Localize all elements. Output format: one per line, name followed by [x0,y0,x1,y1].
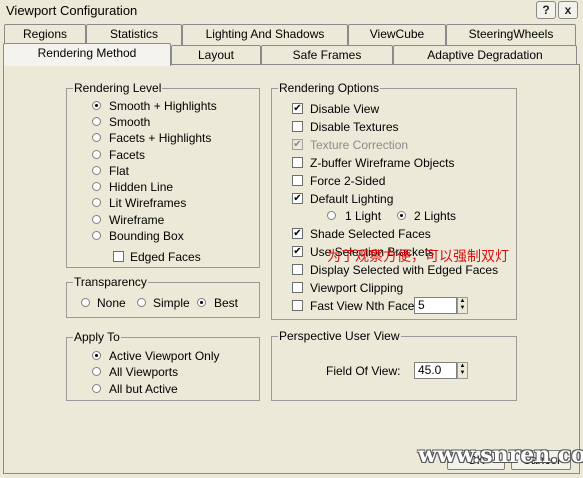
lit-wireframes-label: Lit Wireframes [109,196,187,210]
smooth-label: Smooth [109,115,151,129]
hidden-line-label: Hidden Line [109,180,174,194]
all-viewports-label: All Viewports [109,365,179,379]
viewport-clipping-label: Viewport Clipping [310,281,404,295]
help-button[interactable]: ? [536,1,556,19]
tab-viewcube[interactable]: ViewCube [348,24,446,45]
tab-adaptive-degradation[interactable]: Adaptive Degradation [393,45,577,66]
edged-faces-label: Edged Faces [130,250,201,264]
spinner-down-icon[interactable]: ▼ [458,370,467,377]
radio-smooth[interactable] [92,117,101,126]
radio-facets[interactable] [92,150,101,159]
radio-2-lights[interactable] [397,211,406,220]
title-bar: Viewport Configuration ? x [0,0,583,22]
radio-flat[interactable] [92,166,101,175]
zbuffer-wireframe-label: Z-buffer Wireframe Objects [310,156,455,170]
radio-all-but-active[interactable] [92,384,101,393]
fov-spinner[interactable]: ▲ ▼ [457,362,468,379]
edged-faces-checkbox[interactable] [113,251,124,262]
tab-safe-frames[interactable]: Safe Frames [261,45,393,66]
radio-hidden-line[interactable] [92,182,101,191]
1-light-label: 1 Light [345,209,382,223]
disable-textures-checkbox[interactable] [292,121,303,132]
rendering-options-label: Rendering Options [278,81,381,95]
radio-active-viewport-only[interactable] [92,351,101,360]
active-viewport-only-label: Active Viewport Only [109,349,220,363]
radio-lit-wireframes[interactable] [92,198,101,207]
watermark: www.snren.com [418,442,583,468]
fast-view-nth-faces-checkbox[interactable] [292,300,303,311]
fast-view-nth-faces-label: Fast View Nth Faces: [310,299,424,313]
tab-regions[interactable]: Regions [4,24,86,45]
force-2-sided-label: Force 2-Sided [310,174,386,188]
smooth-highlights-label: Smooth + Highlights [109,99,217,113]
disable-textures-label: Disable Textures [310,120,399,134]
spinner-up-icon[interactable]: ▲ [458,363,467,370]
tab-statistics[interactable]: Statistics [86,24,182,45]
display-selected-edged-checkbox[interactable] [292,264,303,275]
default-lighting-checkbox[interactable]: ✔ [292,193,303,204]
transparency-none-label: None [97,296,126,310]
tab-steeringwheels[interactable]: SteeringWheels [446,24,576,45]
facets-label: Facets [109,148,146,162]
bounding-box-label: Bounding Box [109,229,184,243]
texture-correction-label: Texture Correction [310,138,409,152]
tab-layout[interactable]: Layout [171,45,261,66]
texture-correction-checkbox: ✔ [292,139,303,150]
disable-view-checkbox[interactable]: ✔ [292,103,303,114]
shade-selected-faces-checkbox[interactable]: ✔ [292,228,303,239]
wireframe-label: Wireframe [109,213,165,227]
use-selection-brackets-checkbox[interactable]: ✔ [292,246,303,257]
fast-view-nth-faces-spinner[interactable]: ▲ ▼ [457,297,468,314]
close-button[interactable]: x [558,1,578,19]
2-lights-label: 2 Lights [414,209,457,223]
radio-all-viewports[interactable] [92,367,101,376]
transparency-simple-label: Simple [153,296,190,310]
radio-wireframe[interactable] [92,215,101,224]
fov-input[interactable]: 45.0 [414,362,457,379]
apply-to-label: Apply To [73,330,121,344]
radio-transparency-best[interactable] [197,298,206,307]
transparency-label: Transparency [73,275,148,289]
tab-lighting-and-shadows[interactable]: Lighting And Shadows [182,24,348,45]
force-2-sided-checkbox[interactable] [292,175,303,186]
window-title: Viewport Configuration [6,3,138,18]
radio-1-light[interactable] [327,211,336,220]
radio-transparency-none[interactable] [81,298,90,307]
fast-view-nth-faces-input[interactable]: 5 [414,297,457,314]
spinner-up-icon[interactable]: ▲ [458,298,467,305]
radio-facets-highlights[interactable] [92,133,101,142]
tab-rendering-method[interactable]: Rendering Method [3,43,171,66]
spinner-down-icon[interactable]: ▼ [458,305,467,312]
fov-label: Field Of View: [326,364,401,378]
annotation-text: 为了观察方便，可以强制双灯 [327,249,509,265]
transparency-best-label: Best [214,296,239,310]
radio-transparency-simple[interactable] [137,298,146,307]
viewport-clipping-checkbox[interactable] [292,282,303,293]
shade-selected-faces-label: Shade Selected Faces [310,227,431,241]
radio-smooth-highlights[interactable] [92,101,101,110]
radio-bounding-box[interactable] [92,231,101,240]
facets-highlights-label: Facets + Highlights [109,131,212,145]
all-but-active-label: All but Active [109,382,178,396]
disable-view-label: Disable View [310,102,380,116]
zbuffer-wireframe-checkbox[interactable] [292,157,303,168]
perspective-label: Perspective User View [278,329,401,343]
default-lighting-label: Default Lighting [310,192,394,206]
flat-label: Flat [109,164,130,178]
rendering-level-label: Rendering Level [73,81,163,95]
